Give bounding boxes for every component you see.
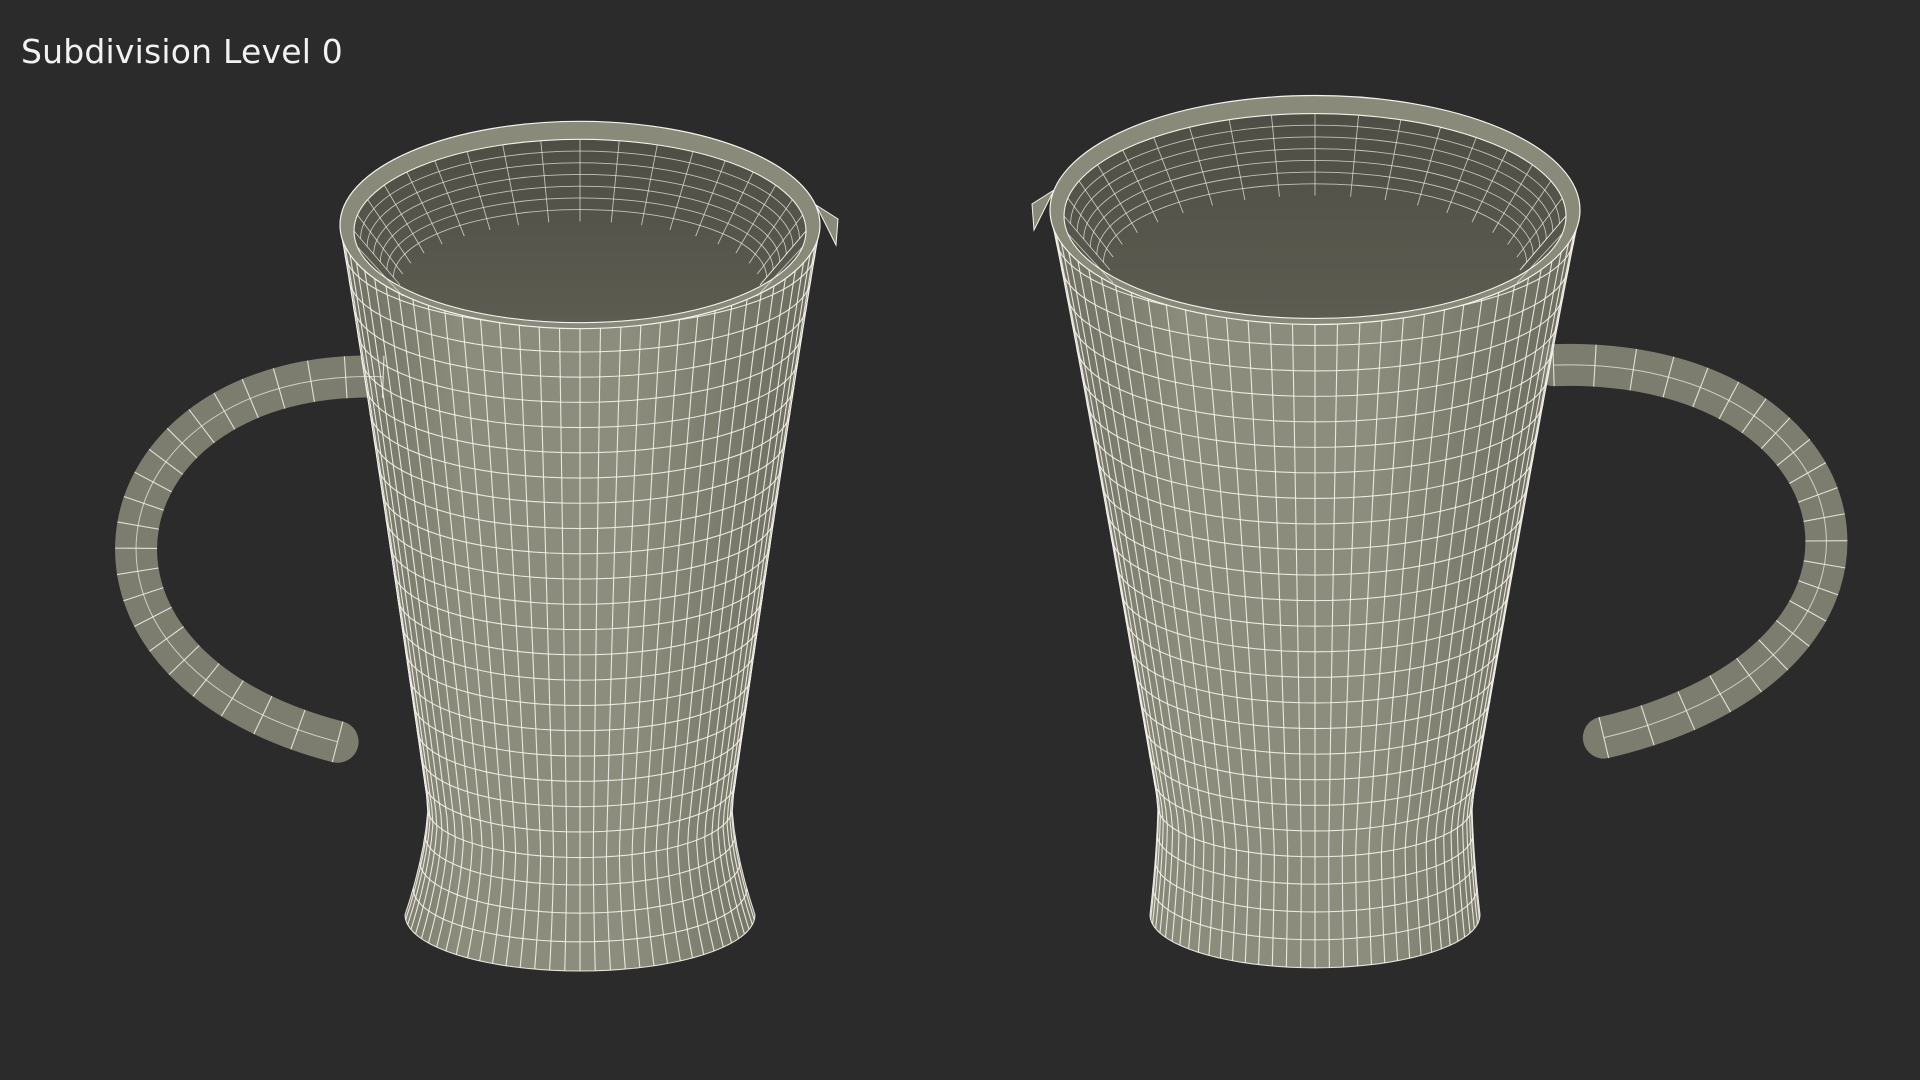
mug-view-handle-right: [1031, 94, 1848, 969]
scene-canvas: [115, 94, 1848, 972]
mug-handle: [1532, 344, 1848, 759]
mug-view-handle-left: [115, 120, 839, 972]
mug-handle: [115, 355, 405, 763]
render-viewport: Subdivision Level 0: [0, 0, 1920, 1080]
